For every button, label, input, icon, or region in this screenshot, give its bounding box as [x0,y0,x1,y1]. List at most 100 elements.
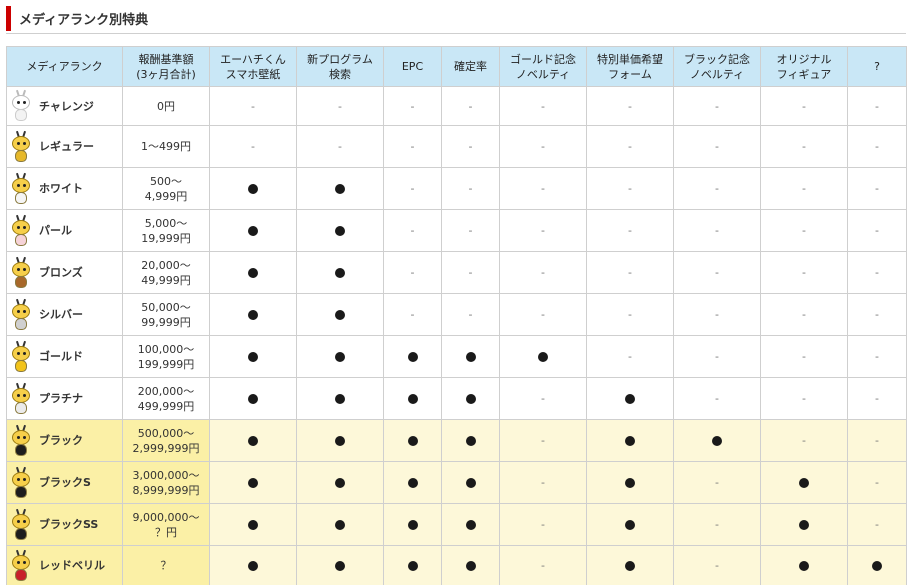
not-included-dash: - [802,182,806,195]
perk-cell [441,419,500,462]
table-body: チャレンジ 0円 - - - - - - - - - レギュラー 1～499円 - - - - - - - - - ホワイト… [6,86,907,585]
rank-name: ホワイト [39,182,83,195]
perk-cell: - [441,167,500,210]
included-dot-icon [248,310,258,320]
mascot-platinum-icon [11,382,31,415]
not-included-dash: - [468,266,473,279]
perk-cell [296,293,384,336]
included-dot-icon [712,436,722,446]
table-row: ゴールド 100,000～ 199,999円 - - - - [6,335,907,378]
perk-cell: - [441,125,500,168]
reward-amount: 500,000～ 2,999,999円 [122,419,210,462]
perk-cell [209,251,297,294]
not-included-dash: - [468,308,473,321]
perk-cell: - [673,377,761,420]
mascot-silver-icon [11,298,31,331]
perk-cell: - [673,461,761,504]
perk-cell: - [847,293,907,336]
rank-cell: ブロンズ [6,251,123,294]
rank-cell: ホワイト [6,167,123,210]
table-row: シルバー 50,000～ 99,999円 - - - - - - - [6,293,907,336]
column-header: EPC [383,46,442,87]
not-included-dash: - [410,140,415,153]
mascot-white-icon [11,89,31,122]
not-included-dash: - [715,476,719,489]
perk-cell: - [673,167,761,210]
not-included-dash: - [875,99,879,113]
not-included-dash: - [875,182,879,195]
perk-cell: - [383,167,442,210]
not-included-dash: - [628,224,632,237]
column-header: 新プログラム 検索 [296,46,384,87]
perk-cell: - [383,251,442,294]
not-included-dash: - [541,266,545,279]
table-header-row: メディアランク 報酬基準額 (3ヶ月合計) エーハチくん スマホ壁紙 新プログラム 検索 EP… [6,46,907,87]
not-included-dash: - [468,182,473,195]
perk-cell: - [673,335,761,378]
perk-cell: - [847,419,907,462]
perk-cell: - [586,209,674,252]
not-included-dash: - [715,308,719,321]
not-included-dash: - [875,392,879,405]
perk-cell [586,419,674,462]
mascot-black-s-icon [11,466,31,499]
perk-cell: - [499,293,587,336]
table-row: レッドベリル ？ - - [6,545,907,585]
perk-cell: - [296,86,384,126]
not-included-dash: - [875,140,879,153]
reward-amount: 200,000～ 499,999円 [122,377,210,420]
not-included-dash: - [875,224,879,237]
section-header: メディアランク別特典 [6,4,906,34]
rank-name: パール [39,224,72,237]
not-included-dash: - [541,392,545,405]
included-dot-icon [248,268,258,278]
perk-cell [296,377,384,420]
perk-cell [296,461,384,504]
perk-cell [383,503,442,546]
included-dot-icon [799,478,809,488]
page-title: メディアランク別特典 [19,13,149,28]
column-header: 確定率 [441,46,500,87]
perk-cell [209,461,297,504]
rank-name: ブラック [39,434,83,447]
rank-name: チャレンジ [39,99,94,113]
perk-cell: - [441,86,500,126]
perk-cell [209,335,297,378]
perk-cell: - [383,86,442,126]
perk-cell [383,461,442,504]
table-row: ブラック 500,000～ 2,999,999円 - - - [6,419,907,462]
rank-name: ブロンズ [39,266,83,279]
not-included-dash: - [410,224,415,237]
included-dot-icon [625,561,635,571]
mascot-gold-icon [11,340,31,373]
perk-cell [209,209,297,252]
rank-cell: プラチナ [6,377,123,420]
perk-cell [296,335,384,378]
perk-cell: - [760,335,848,378]
not-included-dash: - [715,99,719,113]
rank-name: レッドベリル [39,559,105,572]
rank-cell: チャレンジ [6,86,123,126]
perk-cell: - [586,335,674,378]
table-row: ホワイト 500～ 4,999円 - - - - - - - [6,167,907,210]
perk-cell [296,545,384,585]
perk-cell: - [847,503,907,546]
perk-cell [673,419,761,462]
included-dot-icon [538,352,548,362]
included-dot-icon [465,352,476,362]
column-header: ブラック記念 ノベルティ [673,46,761,87]
perk-cell: - [499,377,587,420]
table-row: プラチナ 200,000～ 499,999円 - - - - [6,377,907,420]
perk-cell [209,545,297,585]
perk-cell: - [847,125,907,168]
perk-cell: - [586,251,674,294]
perk-cell: - [847,251,907,294]
perk-cell [441,461,500,504]
perk-cell: - [586,86,674,126]
included-dot-icon [248,394,258,404]
perk-cell [499,335,587,378]
not-included-dash: - [410,308,415,321]
perk-cell: - [760,419,848,462]
rank-cell: シルバー [6,293,123,336]
included-dot-icon [407,352,418,362]
